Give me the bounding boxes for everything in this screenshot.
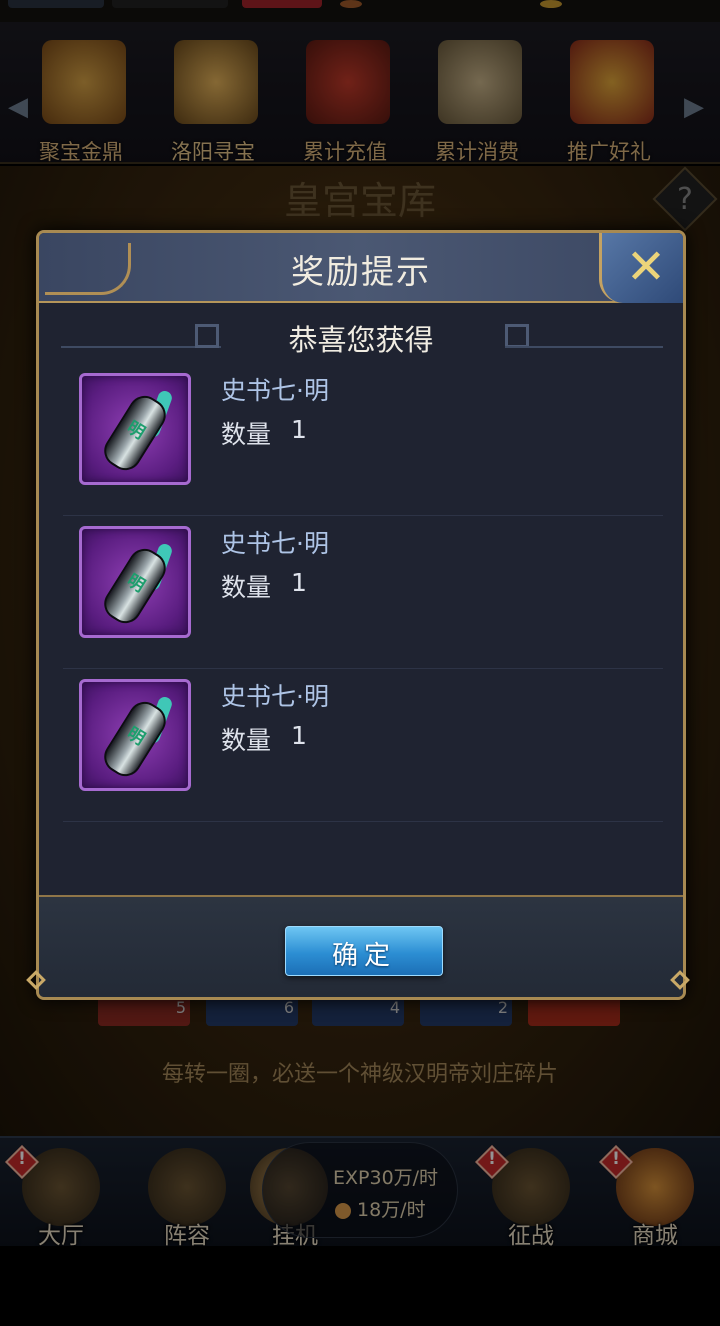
dialog-header: 奖励提示 ✕	[39, 233, 683, 303]
close-button[interactable]: ✕	[599, 233, 683, 303]
item-quantity-label: 数量	[221, 726, 272, 755]
item-quantity: 1	[291, 568, 307, 597]
item-name: 史书七·明	[221, 682, 329, 711]
item-quantity: 1	[291, 415, 307, 444]
history-scroll-icon[interactable]: 明	[79, 679, 191, 791]
item-quantity-label: 数量	[221, 420, 272, 449]
dialog-title: 奖励提示	[291, 252, 431, 291]
reward-dialog: 奖励提示 ✕ 恭喜您获得 明 史书七·明 数量 1 明 史书七·明 数量 1 明…	[26, 230, 690, 1000]
item-quantity: 1	[291, 721, 307, 750]
divider	[505, 346, 663, 348]
divider-ornament	[505, 324, 529, 348]
history-scroll-icon[interactable]: 明	[79, 526, 191, 638]
dialog-footer: 确定	[39, 895, 683, 997]
history-scroll-icon[interactable]: 明	[79, 373, 191, 485]
item-name: 史书七·明	[221, 376, 329, 405]
item-quantity-label: 数量	[221, 573, 272, 602]
item-name: 史书七·明	[221, 529, 329, 558]
reward-item: 明 史书七·明 数量 1	[63, 363, 663, 516]
confirm-button[interactable]: 确定	[285, 926, 443, 976]
confirm-label: 确定	[331, 941, 396, 971]
reward-list: 明 史书七·明 数量 1 明 史书七·明 数量 1 明 史书七·明 数量 1	[63, 363, 663, 822]
close-icon: ✕	[625, 239, 667, 295]
dialog-subtitle: 恭喜您获得	[288, 323, 434, 357]
reward-item: 明 史书七·明 数量 1	[63, 669, 663, 822]
reward-item: 明 史书七·明 数量 1	[63, 516, 663, 669]
